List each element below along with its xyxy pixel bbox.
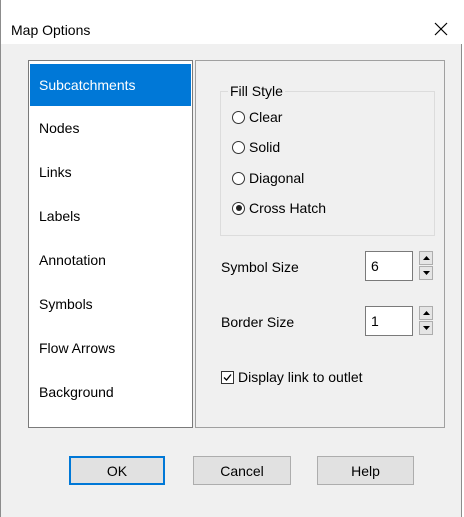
radio-solid[interactable]: Solid xyxy=(232,137,280,157)
cancel-button[interactable]: Cancel xyxy=(193,456,291,485)
radio-button-icon xyxy=(232,171,245,185)
sidebar-item-label: Symbols xyxy=(39,296,93,312)
sidebar-item-subcatchments[interactable]: Subcatchments xyxy=(30,64,191,106)
border-size-spinner xyxy=(419,306,433,336)
sidebar-item-labels[interactable]: Labels xyxy=(30,195,191,237)
sidebar-item-nodes[interactable]: Nodes xyxy=(30,107,191,149)
checkmark-icon xyxy=(223,373,232,381)
ok-button[interactable]: OK xyxy=(69,456,165,485)
spin-down-arrow-icon xyxy=(422,326,430,330)
sidebar-item-label: Annotation xyxy=(39,252,106,268)
radio-cross-hatch[interactable]: Cross Hatch xyxy=(232,198,326,218)
checkbox-checked-icon xyxy=(221,370,234,384)
sidebar-item-label: Background xyxy=(39,384,114,400)
radio-button-icon xyxy=(232,140,245,154)
sidebar-item-flow-arrows[interactable]: Flow Arrows xyxy=(30,327,191,369)
sidebar-item-annotation[interactable]: Annotation xyxy=(30,239,191,281)
options-category-list[interactable]: Subcatchments Nodes Links Labels Annotat… xyxy=(28,60,193,428)
symbol-size-label: Symbol Size xyxy=(221,259,299,275)
display-link-checkbox[interactable]: Display link to outlet xyxy=(221,369,363,385)
title-bar: Map Options xyxy=(1,0,463,44)
sidebar-item-label: Nodes xyxy=(39,120,80,136)
sidebar-item-symbols[interactable]: Symbols xyxy=(30,283,191,325)
radio-label: Solid xyxy=(249,139,281,155)
border-size-down-button[interactable] xyxy=(419,321,433,335)
border-size-label: Border Size xyxy=(221,314,295,330)
symbol-size-input[interactable]: 6 xyxy=(365,251,413,281)
close-icon xyxy=(434,22,448,36)
sidebar-item-links[interactable]: Links xyxy=(30,151,191,193)
border-size-input[interactable]: 1 xyxy=(365,306,413,336)
radio-label: Clear xyxy=(249,109,283,125)
symbol-size-value: 6 xyxy=(371,258,379,274)
help-label: Help xyxy=(351,462,380,479)
spin-down-arrow-icon xyxy=(422,271,430,275)
close-button[interactable] xyxy=(425,14,457,44)
symbol-size-up-button[interactable] xyxy=(419,251,433,265)
radio-label: Diagonal xyxy=(249,170,305,186)
spin-up-arrow-icon xyxy=(422,311,430,315)
radio-diagonal[interactable]: Diagonal xyxy=(232,168,304,188)
radio-button-selected-icon xyxy=(232,201,245,215)
radio-clear[interactable]: Clear xyxy=(232,107,282,127)
help-button[interactable]: Help xyxy=(317,456,414,485)
sidebar-item-label: Subcatchments xyxy=(39,77,136,93)
sidebar-item-label: Links xyxy=(39,164,72,180)
symbol-size-down-button[interactable] xyxy=(419,266,433,280)
radio-label: Cross Hatch xyxy=(249,200,327,216)
window-title: Map Options xyxy=(11,22,91,38)
symbol-size-spinner xyxy=(419,251,433,281)
radio-button-icon xyxy=(232,110,245,124)
border-size-value: 1 xyxy=(371,313,379,329)
ok-label: OK xyxy=(106,462,128,479)
map-options-dialog: Map Options Subcatchments Nodes Links La… xyxy=(0,0,463,517)
display-link-label: Display link to outlet xyxy=(238,369,363,385)
spin-up-arrow-icon xyxy=(422,256,430,260)
cancel-label: Cancel xyxy=(220,462,264,479)
border-size-up-button[interactable] xyxy=(419,306,433,320)
sidebar-item-background[interactable]: Background xyxy=(30,371,191,413)
fill-style-legend: Fill Style xyxy=(228,83,285,99)
options-panel: Fill Style Clear Solid Diagonal Cross Ha… xyxy=(195,60,445,428)
sidebar-item-label: Flow Arrows xyxy=(39,340,116,356)
sidebar-item-label: Labels xyxy=(39,208,81,224)
